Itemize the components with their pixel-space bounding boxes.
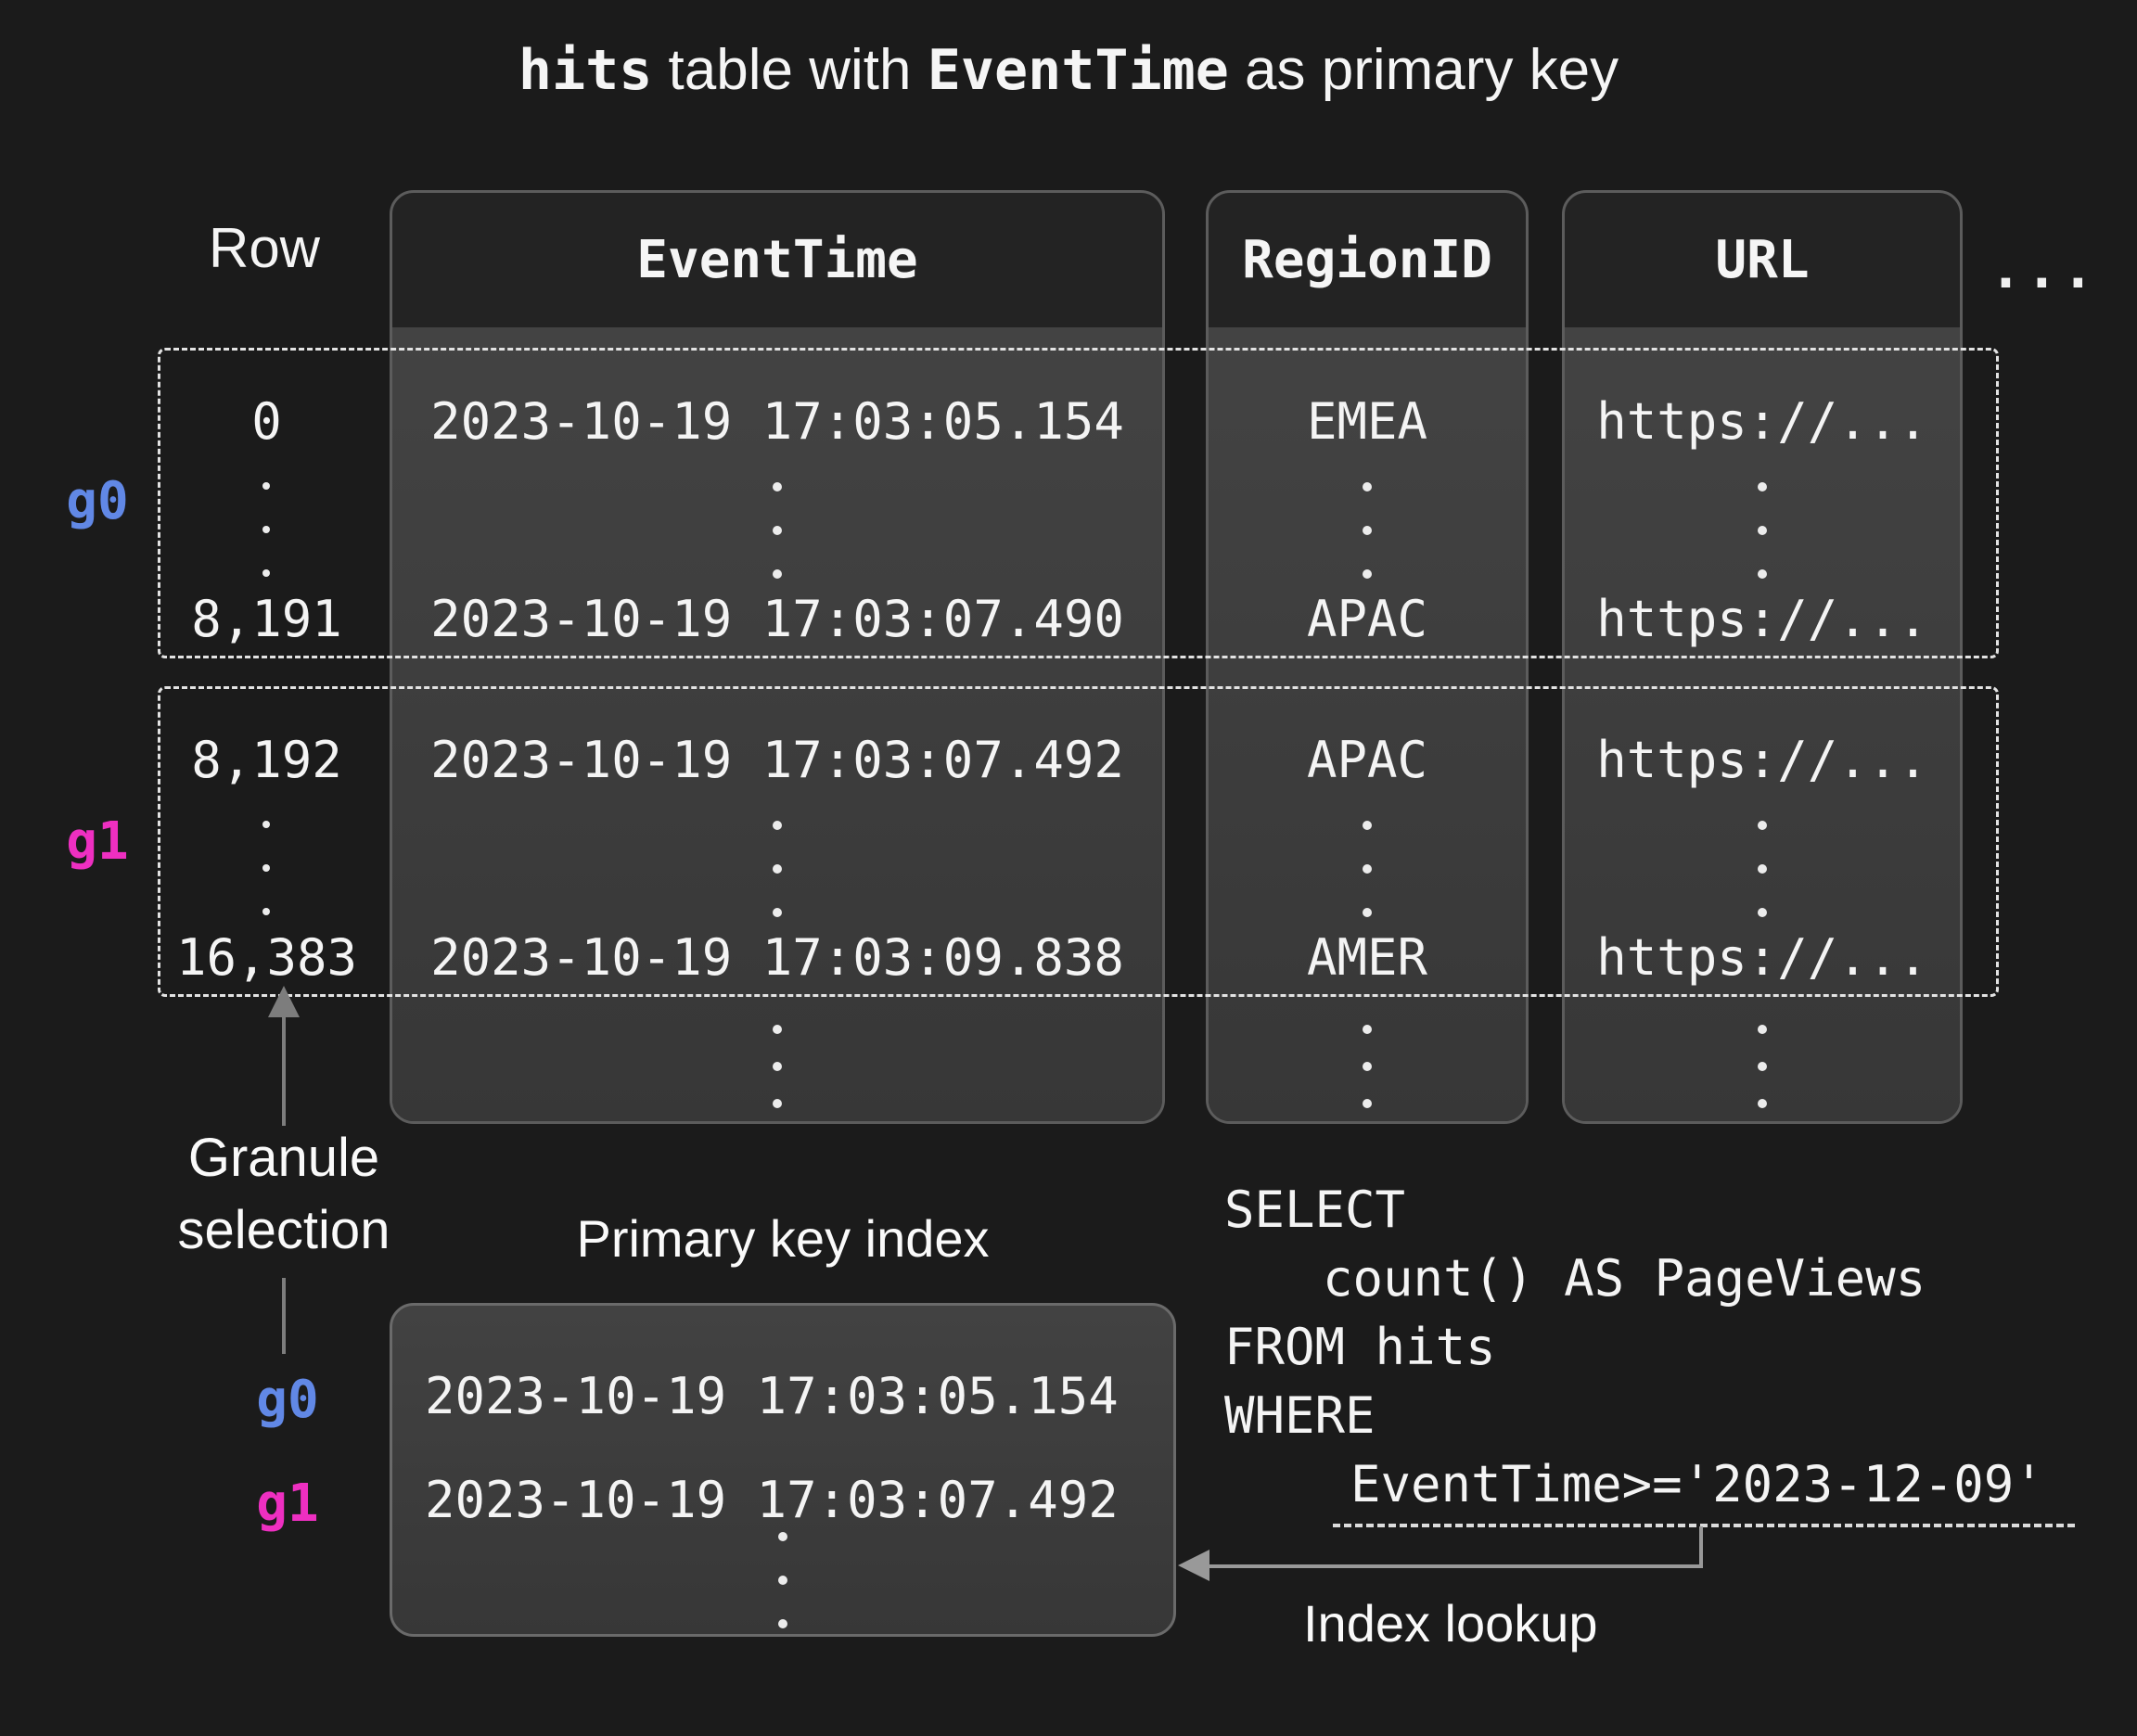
vertical-ellipsis-icon [1758,1025,1767,1121]
column-header-eventtime: EventTime [392,193,1162,327]
granule-g1-frame [158,686,1999,997]
granule-g0-frame [158,348,1999,658]
more-columns-ellipsis: ... [1990,237,2129,300]
granule-selection-line-upper [282,1015,286,1126]
arrow-left-icon [1178,1550,1209,1581]
primary-key-index-title: Primary key index [390,1208,1176,1269]
index-lookup-label: Index lookup [1303,1593,1598,1653]
arrow-up-icon [268,986,300,1017]
title-mid-text: table with [652,38,927,102]
title-eventtime-code: EventTime [928,38,1229,103]
sql-line-where: WHERE [1224,1387,1376,1445]
index-lookup-connector-horizontal [1208,1564,1703,1568]
title-hits-code: hits [518,38,653,103]
pk-entry-g0-label: g0 [227,1372,348,1429]
diagram-canvas: hits table with EventTime as primary key… [0,0,2137,1736]
vertical-ellipsis-icon [773,1025,782,1121]
page-title: hits table with EventTime as primary key [0,37,2137,103]
sql-line-select: SELECT [1224,1181,1405,1239]
row-column-header: Row [139,216,390,280]
pk-entry-g1-value: 2023-10-19 17:03:07.492 [425,1472,1158,1529]
granule-selection-label-line1: Granule [102,1130,466,1187]
vertical-ellipsis-icon [1363,1025,1372,1121]
sql-line-from: FROM hits [1224,1319,1496,1376]
column-header-url: URL [1565,193,1960,327]
vertical-ellipsis-icon [778,1532,787,1628]
pk-entry-g0-value: 2023-10-19 17:03:05.154 [425,1368,1158,1425]
sql-line-count: count() AS PageViews [1323,1250,1926,1308]
sql-line-condition: EventTime>='2023-12-09' [1350,1456,2044,1513]
title-tail-text: as primary key [1229,38,1619,102]
granule-selection-line-lower [282,1278,286,1354]
column-header-regionid: RegionID [1209,193,1526,327]
condition-dashed-underline [1333,1524,2075,1527]
granule-g0-label: g0 [51,473,144,530]
pk-entry-g1-label: g1 [227,1475,348,1533]
index-lookup-connector-vertical [1699,1526,1703,1565]
granule-g1-label: g1 [51,813,144,871]
